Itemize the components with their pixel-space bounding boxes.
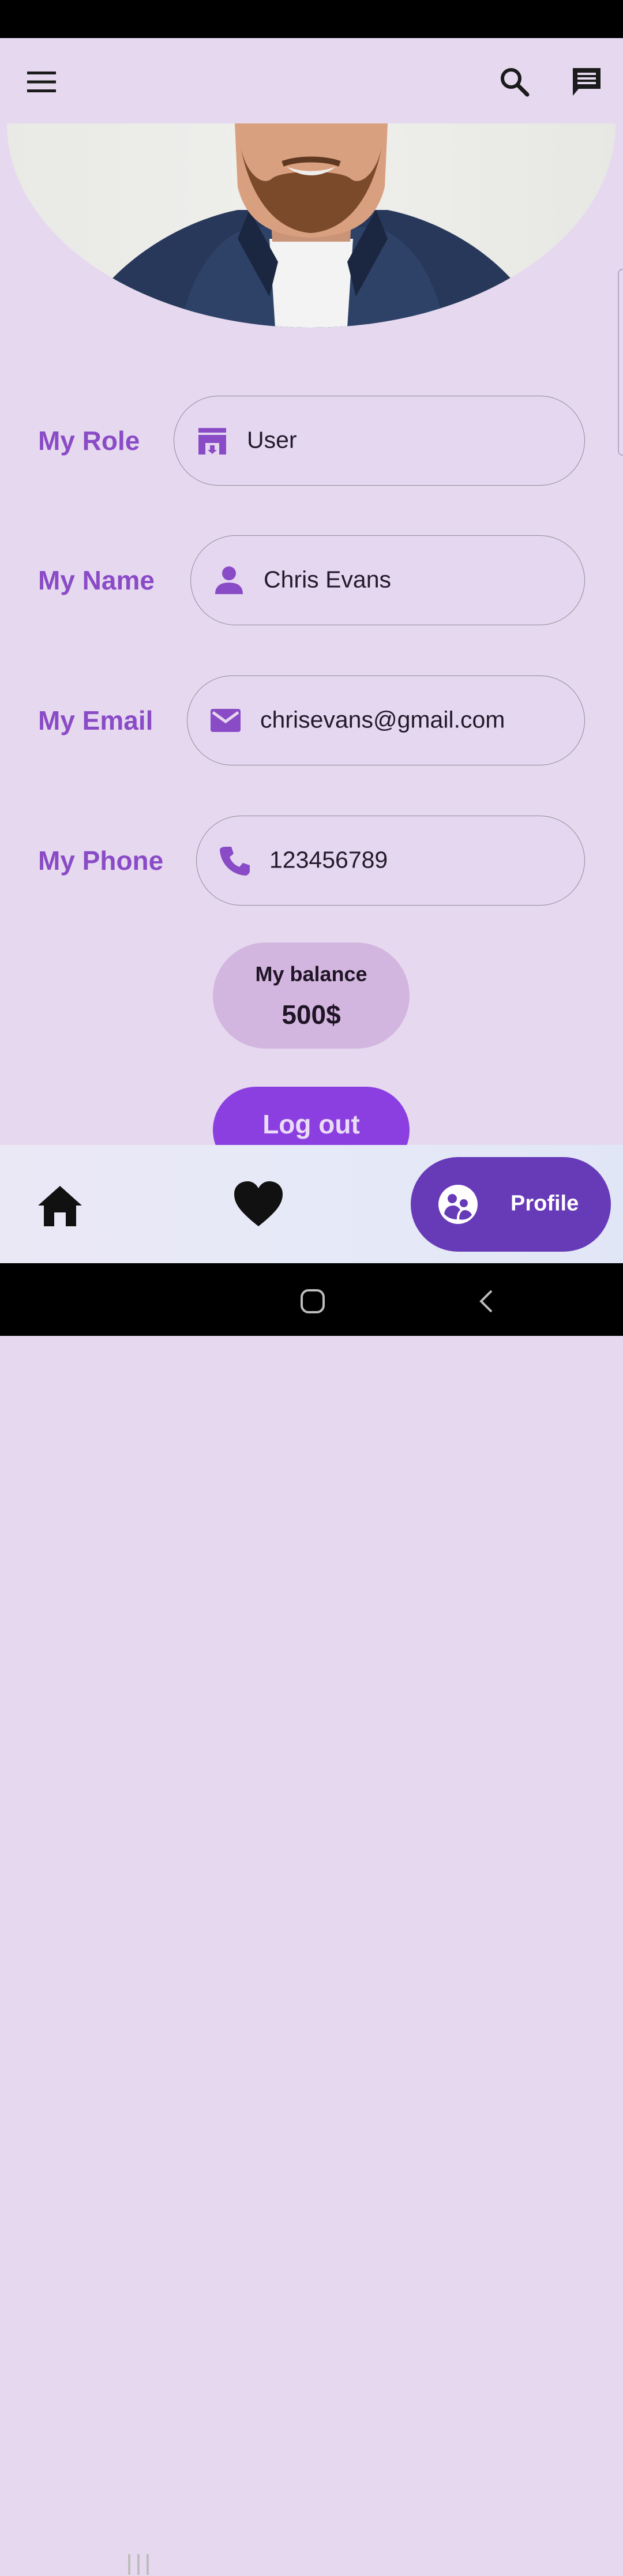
email-label: My Email <box>38 705 153 735</box>
email-field[interactable]: chrisevans@gmail.com <box>187 675 585 765</box>
nav-home-button[interactable] <box>36 1181 84 1230</box>
home-icon <box>38 1186 82 1226</box>
nav-profile-label: Profile <box>511 1191 579 1216</box>
balance-label: My balance <box>255 962 367 986</box>
role-row: My Role User <box>0 396 623 486</box>
balance-value: 500$ <box>282 1000 341 1030</box>
home-nav-icon[interactable] <box>300 1289 325 1314</box>
person-photo-illustration <box>76 123 543 328</box>
nav-favorites-button[interactable] <box>233 1180 284 1229</box>
name-value: Chris Evans <box>264 566 392 593</box>
email-value: chrisevans@gmail.com <box>260 706 505 733</box>
role-field[interactable]: User <box>174 396 585 486</box>
recent-apps-icon[interactable] <box>126 2553 151 2576</box>
back-nav-icon[interactable] <box>478 1289 495 1314</box>
phone-row: My Phone 123456789 <box>0 816 623 906</box>
heart-icon <box>234 1181 283 1226</box>
phone-field[interactable]: 123456789 <box>196 816 585 906</box>
name-label: My Name <box>38 565 155 595</box>
nav-profile-button[interactable]: Profile <box>411 1157 611 1252</box>
menu-button[interactable] <box>17 58 66 106</box>
profile-photo <box>7 123 616 328</box>
search-icon <box>501 68 530 97</box>
phone-label: My Phone <box>38 846 164 876</box>
phone-icon <box>220 847 250 876</box>
name-field[interactable]: Chris Evans <box>190 535 585 625</box>
chat-icon <box>573 68 601 96</box>
person-icon <box>215 566 243 594</box>
name-row: My Name Chris Evans <box>0 535 623 625</box>
search-button[interactable] <box>490 58 539 106</box>
status-bar <box>0 0 623 38</box>
profile-icon <box>438 1185 478 1224</box>
email-row: My Email chrisevans@gmail.com <box>0 675 623 765</box>
role-value: User <box>247 426 297 453</box>
menu-icon <box>27 72 56 92</box>
phone-value: 123456789 <box>269 846 388 873</box>
role-label: My Role <box>38 426 140 456</box>
balance-card: My balance 500$ <box>213 942 410 1049</box>
store-icon <box>198 428 226 455</box>
mail-icon <box>211 709 241 732</box>
chat-button[interactable] <box>562 58 611 106</box>
